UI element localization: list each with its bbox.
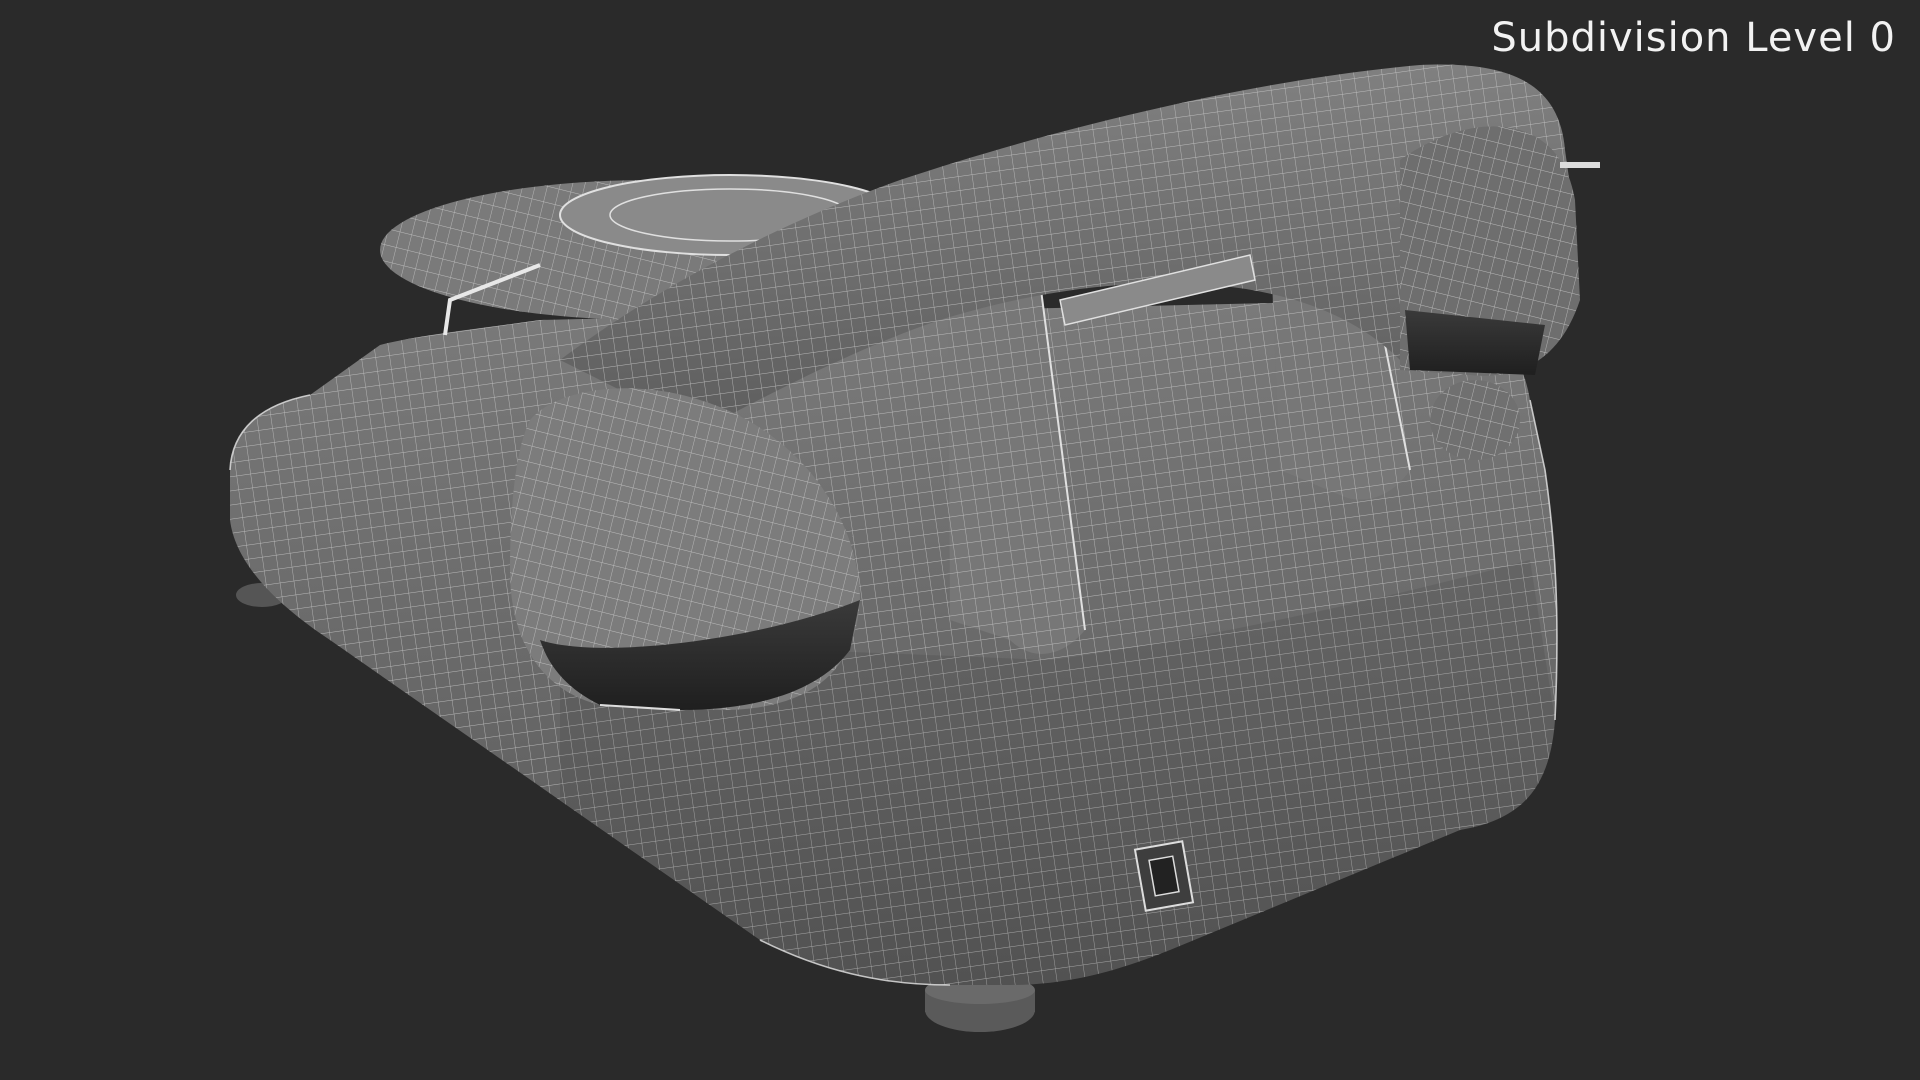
phone-jack <box>1133 840 1195 912</box>
subdivision-level-label: Subdivision Level 0 <box>1491 15 1896 61</box>
coiled-cord <box>1430 380 1520 460</box>
render-viewport: Subdivision Level 0 <box>0 0 1920 1080</box>
telephone-wireframe-render <box>229 64 1600 1032</box>
